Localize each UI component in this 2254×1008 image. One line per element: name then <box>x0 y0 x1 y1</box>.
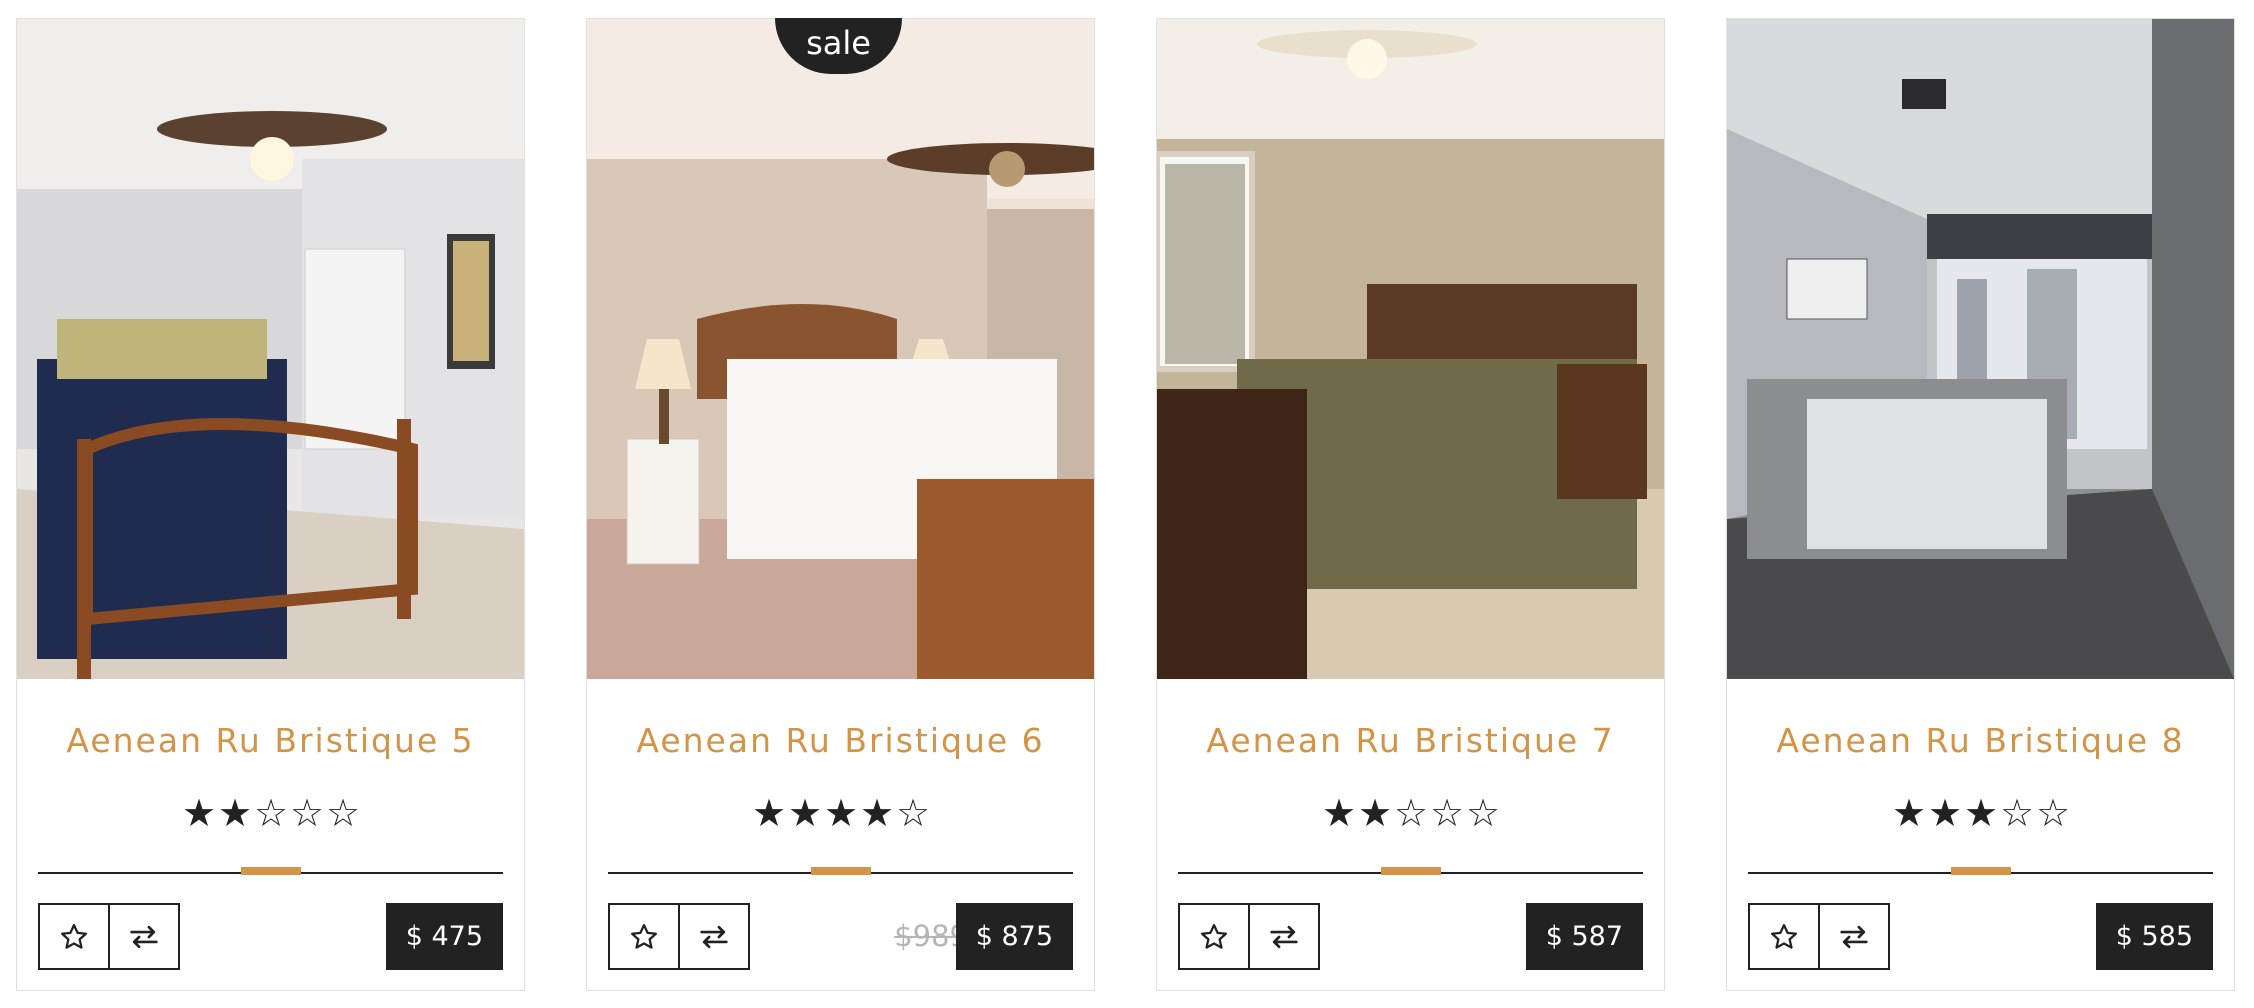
divider-accent <box>241 867 301 875</box>
divider-accent <box>811 867 871 875</box>
product-card: Aenean Ru Bristique 7 ★★☆☆☆ $ 587 <box>1156 18 1665 991</box>
star-outline-icon <box>631 923 657 949</box>
product-grid: Aenean Ru Bristique 5 ★★☆☆☆ $ 475 sale A… <box>0 0 2254 1008</box>
price-badge: $ 585 <box>2095 903 2213 970</box>
divider-accent <box>1951 867 2011 875</box>
star-filled-icon: ★ <box>751 791 786 835</box>
swap-arrows-icon <box>700 925 728 948</box>
swap-arrows-icon <box>130 925 158 948</box>
star-empty-icon: ☆ <box>2035 791 2070 835</box>
star-filled-icon: ★ <box>859 791 894 835</box>
star-outline-icon <box>1771 923 1797 949</box>
product-title[interactable]: Aenean Ru Bristique 8 <box>1727 721 2234 760</box>
price-badge: $ 587 <box>1525 903 1643 970</box>
star-empty-icon: ☆ <box>895 791 930 835</box>
star-filled-icon: ★ <box>1321 791 1356 835</box>
star-empty-icon: ☆ <box>1393 791 1428 835</box>
product-image[interactable] <box>587 19 1094 679</box>
star-outline-icon <box>1201 923 1227 949</box>
star-empty-icon: ☆ <box>253 791 288 835</box>
swap-arrows-icon <box>1840 925 1868 948</box>
wishlist-button[interactable] <box>608 903 680 970</box>
product-title[interactable]: Aenean Ru Bristique 7 <box>1157 721 1664 760</box>
compare-button[interactable] <box>678 903 750 970</box>
rating-stars: ★★☆☆☆ <box>1157 791 1664 835</box>
wishlist-button[interactable] <box>1748 903 1820 970</box>
product-card: Aenean Ru Bristique 5 ★★☆☆☆ $ 475 <box>16 18 525 991</box>
product-card: Aenean Ru Bristique 8 ★★★☆☆ $ 585 <box>1726 18 2235 991</box>
compare-button[interactable] <box>1248 903 1320 970</box>
wishlist-button[interactable] <box>38 903 110 970</box>
star-filled-icon: ★ <box>787 791 822 835</box>
product-card: sale Aenean Ru Bristique 6 ★★★★☆ $989 $ … <box>586 18 1095 991</box>
star-outline-icon <box>61 923 87 949</box>
star-filled-icon: ★ <box>1357 791 1392 835</box>
divider-accent <box>1381 867 1441 875</box>
product-title[interactable]: Aenean Ru Bristique 5 <box>17 721 524 760</box>
star-filled-icon: ★ <box>1891 791 1926 835</box>
rating-stars: ★★☆☆☆ <box>17 791 524 835</box>
rating-stars: ★★★★☆ <box>587 791 1094 835</box>
product-title[interactable]: Aenean Ru Bristique 6 <box>587 721 1094 760</box>
star-empty-icon: ☆ <box>289 791 324 835</box>
wishlist-button[interactable] <box>1178 903 1250 970</box>
star-empty-icon: ☆ <box>325 791 360 835</box>
star-empty-icon: ☆ <box>1999 791 2034 835</box>
price-badge: $ 875 <box>955 903 1073 970</box>
product-image[interactable] <box>17 19 524 679</box>
swap-arrows-icon <box>1270 925 1298 948</box>
product-image[interactable] <box>1157 19 1664 679</box>
rating-stars: ★★★☆☆ <box>1727 791 2234 835</box>
star-empty-icon: ☆ <box>1429 791 1464 835</box>
star-filled-icon: ★ <box>217 791 252 835</box>
product-image[interactable] <box>1727 19 2234 679</box>
compare-button[interactable] <box>108 903 180 970</box>
star-empty-icon: ☆ <box>1465 791 1500 835</box>
star-filled-icon: ★ <box>1963 791 1998 835</box>
price-badge: $ 475 <box>385 903 503 970</box>
star-filled-icon: ★ <box>1927 791 1962 835</box>
star-filled-icon: ★ <box>181 791 216 835</box>
star-filled-icon: ★ <box>823 791 858 835</box>
compare-button[interactable] <box>1818 903 1890 970</box>
